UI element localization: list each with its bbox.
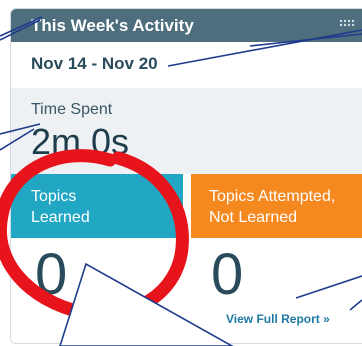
date-range-row: Nov 14 - Nov 20 xyxy=(11,42,362,88)
topics-learned-tile: Topics Learned xyxy=(11,174,183,238)
activity-card: This Week's Activity Nov 14 - Nov 20 Tim… xyxy=(10,8,362,344)
topics-attempted-label-line2: Not Learned xyxy=(209,209,298,226)
topics-learned-count: 0 xyxy=(35,242,68,307)
time-spent-label: Time Spent xyxy=(31,101,113,118)
topics-learned-label-line1: Topics xyxy=(31,188,77,205)
topics-learned-label: Topics Learned xyxy=(31,186,90,228)
topics-learned-label-line2: Learned xyxy=(31,209,90,226)
date-range: Nov 14 - Nov 20 xyxy=(31,54,158,73)
screenshot-stage: This Week's Activity Nov 14 - Nov 20 Tim… xyxy=(0,0,362,346)
topics-attempted-count: 0 xyxy=(211,242,244,307)
card-title: This Week's Activity xyxy=(31,16,194,35)
card-header: This Week's Activity xyxy=(11,9,362,42)
topics-attempted-label-line1: Topics Attempted, xyxy=(209,188,336,205)
topics-attempted-tile: Topics Attempted, Not Learned xyxy=(191,174,362,238)
time-spent-value: 2m 0s xyxy=(31,121,130,162)
view-full-report-link[interactable]: View Full Report » xyxy=(226,312,330,326)
topics-attempted-label: Topics Attempted, Not Learned xyxy=(209,186,335,228)
time-spent-section: Time Spent 2m 0s xyxy=(11,88,362,174)
grip-dots-icon[interactable] xyxy=(339,19,357,27)
